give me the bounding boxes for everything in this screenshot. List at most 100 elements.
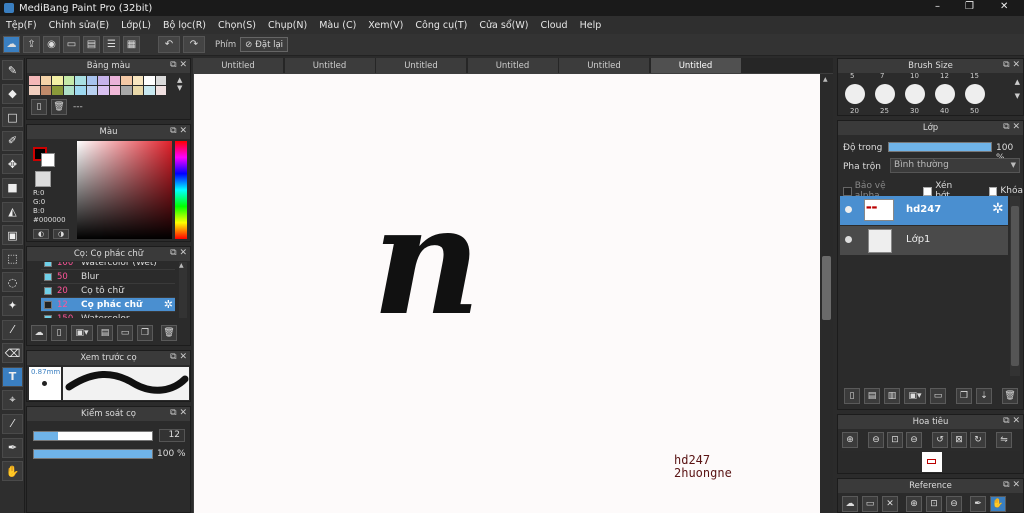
brush-copy-icon[interactable]: ▤ xyxy=(97,325,113,341)
brush-list-item[interactable]: 50 Blur xyxy=(41,270,175,284)
brush-size-preset[interactable] xyxy=(905,84,925,104)
brush-size-slider[interactable] xyxy=(33,431,153,441)
new-layer-alt-icon[interactable]: ▤ xyxy=(864,388,880,404)
scroll-thumb[interactable] xyxy=(822,256,831,320)
reference-hand-icon[interactable]: ✋ xyxy=(990,496,1006,512)
palette-swatch[interactable] xyxy=(144,76,155,85)
color-mode-icon[interactable]: ◐ xyxy=(33,229,49,239)
hand-tool-icon[interactable]: ✋ xyxy=(2,461,23,482)
reference-open-icon[interactable]: ▭ xyxy=(862,496,878,512)
redo-icon[interactable]: ↷ xyxy=(183,36,205,53)
dropper-tool-icon[interactable]: ⁄ xyxy=(2,413,23,434)
palette-swatch[interactable] xyxy=(52,76,63,85)
menu-select[interactable]: Chọn(S) xyxy=(212,20,262,31)
menu-view[interactable]: Xem(V) xyxy=(362,20,409,31)
brush-new-icon[interactable]: ▯ xyxy=(51,325,67,341)
color-settings-icon[interactable]: ◑ xyxy=(53,229,69,239)
brush-opacity-slider[interactable] xyxy=(33,449,153,459)
palette-swatch[interactable] xyxy=(121,76,132,85)
palette-scroll[interactable]: ▲ ▼ xyxy=(177,76,187,94)
palette-swatch[interactable] xyxy=(155,86,166,95)
merge-layer-icon[interactable]: ⇣ xyxy=(976,388,992,404)
lasso-tool-icon[interactable]: ◌ xyxy=(2,272,23,293)
palette-swatch[interactable] xyxy=(86,76,97,85)
menu-cloud[interactable]: Cloud xyxy=(534,20,573,31)
actual-size-icon[interactable]: ⊖ xyxy=(906,432,922,448)
select-eraser-tool-icon[interactable]: ⌫ xyxy=(2,343,23,364)
pen-tool-icon[interactable]: ✐ xyxy=(2,130,23,151)
brush-folder-icon[interactable]: ▭ xyxy=(117,325,133,341)
brush-size-value[interactable]: 12 xyxy=(159,429,185,442)
palette-swatch[interactable] xyxy=(40,76,51,85)
navigator-preview[interactable] xyxy=(840,451,1020,473)
canvas-vertical-scrollbar[interactable]: ▲ xyxy=(820,74,833,513)
comment-icon[interactable]: ▭ xyxy=(63,36,80,53)
zoom-out-icon[interactable]: ⊖ xyxy=(868,432,884,448)
close-window-button[interactable]: ✕ xyxy=(1000,1,1008,12)
text-tool-icon[interactable]: T xyxy=(2,366,23,387)
scroll-up-icon[interactable]: ▲ xyxy=(823,76,828,83)
reference-close-icon[interactable]: ✕ xyxy=(882,496,898,512)
brush-cloud-icon[interactable]: ☁ xyxy=(31,325,47,341)
menu-color[interactable]: Màu (C) xyxy=(313,20,362,31)
palette-swatch[interactable] xyxy=(52,86,63,95)
flip-icon[interactable]: ⇋ xyxy=(996,432,1012,448)
palette-swatch[interactable] xyxy=(109,86,120,95)
panel-controls-icon[interactable]: ⧉ ✕ xyxy=(170,60,187,70)
layer-folder-icon[interactable]: ▭ xyxy=(930,388,946,404)
palette-swatch[interactable] xyxy=(98,86,109,95)
fit-icon[interactable]: ⊡ xyxy=(887,432,903,448)
delete-layer-icon[interactable]: 🗑 xyxy=(1002,388,1018,404)
new-layer-icon[interactable]: ▯ xyxy=(844,388,860,404)
transparent-color[interactable] xyxy=(35,171,51,187)
blend-select[interactable]: Bình thường ▼ xyxy=(890,158,1020,173)
menu-window[interactable]: Cửa sổ(W) xyxy=(473,20,534,31)
gradient-tool-icon[interactable]: ▣ xyxy=(2,225,23,246)
layer-row[interactable]: ▬▬ hd247 ✲ xyxy=(840,196,1008,225)
menu-filter[interactable]: Bộ lọc(R) xyxy=(157,20,212,31)
palette-swatch[interactable] xyxy=(121,86,132,95)
palette-swatch[interactable] xyxy=(109,76,120,85)
palette-swatch[interactable] xyxy=(75,86,86,95)
delete-palette-icon[interactable]: 🗑 xyxy=(51,99,67,115)
tab-untitled-2[interactable]: Untitled xyxy=(284,58,375,73)
menu-file[interactable]: Tệp(F) xyxy=(0,20,43,31)
eraser-tool-icon[interactable]: ◆ xyxy=(2,83,23,104)
layer-opacity-slider[interactable] xyxy=(888,142,992,152)
duplicate-layer-icon[interactable]: ❐ xyxy=(956,388,972,404)
upload-icon[interactable]: ⇪ xyxy=(23,36,40,53)
brush-list-item[interactable]: 20 Cọ tô chữ xyxy=(41,284,175,298)
brush-add-icon[interactable]: ▣▾ xyxy=(71,325,93,341)
new-palette-icon[interactable]: ▯ xyxy=(31,99,47,115)
color-square[interactable] xyxy=(77,141,172,239)
reference-zoom-out-icon[interactable]: ⊖ xyxy=(946,496,962,512)
palette-swatch[interactable] xyxy=(155,76,166,85)
rectangle-tool-icon[interactable]: □ xyxy=(2,107,23,128)
reset-view-icon[interactable]: ⊠ xyxy=(951,432,967,448)
panel-controls-icon[interactable]: ⧉ ✕ xyxy=(170,408,187,418)
panel-controls-icon[interactable]: ⧉ ✕ xyxy=(1003,60,1020,70)
gear-icon[interactable]: ✲ xyxy=(992,201,1004,217)
palette-swatch[interactable] xyxy=(132,86,143,95)
visibility-icon[interactable] xyxy=(845,236,852,243)
tab-untitled-5[interactable]: Untitled xyxy=(559,58,649,73)
select-pen-tool-icon[interactable]: ⁄ xyxy=(2,319,23,340)
visibility-icon[interactable] xyxy=(845,206,852,213)
menu-tools[interactable]: Công cụ(T) xyxy=(409,20,473,31)
cloud-icon[interactable]: ☁ xyxy=(3,36,20,53)
bucket-tool-icon[interactable]: ◭ xyxy=(2,201,23,222)
lock-checkbox[interactable] xyxy=(988,186,998,196)
menu-help[interactable]: Help xyxy=(574,20,608,31)
palette-swatch[interactable] xyxy=(29,76,40,85)
brush-tool-icon[interactable]: ✎ xyxy=(2,60,23,80)
palette-swatch[interactable] xyxy=(63,76,74,85)
panel-controls-icon[interactable]: ⧉ ✕ xyxy=(170,248,187,258)
maximize-button[interactable]: ❐ xyxy=(965,1,974,12)
operation-tool-icon[interactable]: ⌖ xyxy=(2,390,23,411)
tab-untitled-1[interactable]: Untitled xyxy=(193,58,283,73)
document-icon[interactable]: ▤ xyxy=(83,36,100,53)
layer-row[interactable]: Lớp1 xyxy=(840,226,1008,255)
palette-swatch[interactable] xyxy=(98,76,109,85)
palette-swatch[interactable] xyxy=(40,86,51,95)
tab-untitled-4[interactable]: Untitled xyxy=(467,58,558,73)
